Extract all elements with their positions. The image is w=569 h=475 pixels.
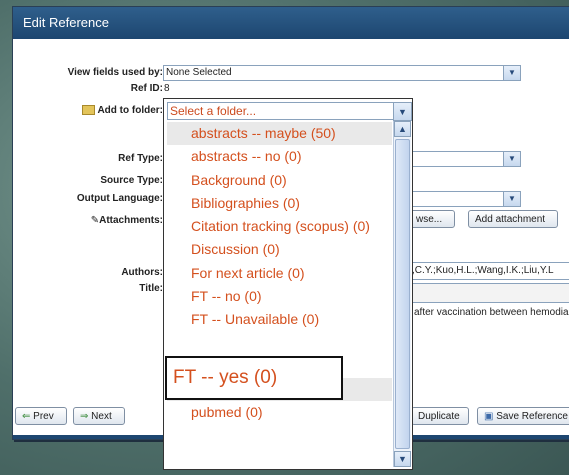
source-type-label: Source Type: xyxy=(100,175,163,186)
highlighted-folder-option[interactable]: FT -- yes (0) xyxy=(165,356,343,400)
chevron-down-icon[interactable]: ▼ xyxy=(503,66,520,80)
title-label: Title: xyxy=(139,283,163,294)
folder-option[interactable]: FT -- no (0) xyxy=(167,285,392,308)
folder-option[interactable]: FT -- Unavailable (0) xyxy=(167,308,392,331)
scroll-up-icon[interactable]: ▲ xyxy=(394,121,411,137)
folder-option[interactable]: Bibliographies (0) xyxy=(167,192,392,215)
arrow-left-icon: ⇐ xyxy=(22,411,31,422)
folder-option[interactable]: Discussion (0) xyxy=(167,238,392,261)
add-folder-label: Add to folder: xyxy=(33,105,163,116)
browse-button[interactable]: wse... xyxy=(409,210,455,228)
output-language-label: Output Language: xyxy=(76,193,163,204)
chevron-down-icon[interactable]: ▼ xyxy=(503,152,520,166)
prev-button[interactable]: ⇐ Prev xyxy=(15,407,67,425)
folder-option[interactable]: Background (0) xyxy=(167,169,392,192)
authors-label: Authors: xyxy=(121,267,163,278)
next-button[interactable]: ⇒ Next xyxy=(73,407,125,425)
scrollbar-thumb[interactable] xyxy=(395,139,410,449)
dialog-title: Edit Reference xyxy=(13,7,569,39)
view-fields-value: None Selected xyxy=(166,67,232,78)
folder-option[interactable]: pubmed (0) xyxy=(167,401,392,424)
view-fields-select[interactable]: None Selected ▼ xyxy=(163,65,521,81)
chevron-down-icon[interactable]: ▼ xyxy=(393,102,412,121)
folder-option[interactable]: abstracts -- maybe (50) xyxy=(167,122,392,146)
save-icon: ▣ xyxy=(484,411,494,422)
folder-list-scrollbar[interactable]: ▲ ▼ xyxy=(393,121,411,467)
title-field-top[interactable] xyxy=(409,283,569,303)
ref-type-select[interactable]: ▼ xyxy=(409,151,521,167)
folder-option[interactable]: For next article (0) xyxy=(167,262,392,285)
folder-icon xyxy=(82,105,96,116)
add-attachment-button[interactable]: Add attachment xyxy=(468,210,558,228)
view-fields-label: View fields used by: xyxy=(67,67,163,78)
save-reference-button[interactable]: ▣ Save Reference xyxy=(477,407,569,425)
attachments-label: ✎Attachments: xyxy=(90,215,163,226)
scroll-down-icon[interactable]: ▼ xyxy=(394,451,411,467)
chevron-down-icon[interactable]: ▼ xyxy=(503,192,520,206)
ref-type-label: Ref Type: xyxy=(118,153,163,164)
paperclip-icon: ✎ xyxy=(90,215,100,226)
ref-id-value: 8 xyxy=(164,83,170,94)
arrow-right-icon: ⇒ xyxy=(80,411,89,422)
title-value: after vaccination between hemodia xyxy=(414,307,569,318)
duplicate-button[interactable]: Duplicate xyxy=(411,407,469,425)
output-language-select[interactable]: ▼ xyxy=(409,191,521,207)
folder-select-input[interactable]: Select a folder... xyxy=(167,102,394,120)
folder-option[interactable]: abstracts -- no (0) xyxy=(167,145,392,168)
folder-option[interactable]: Citation tracking (scopus) (0) xyxy=(167,215,392,238)
ref-id-label: Ref ID: xyxy=(130,83,163,94)
folder-dropdown[interactable]: Select a folder... ▼ abstracts -- maybe … xyxy=(163,98,413,470)
authors-field[interactable]: ,C.Y.;Kuo,H.L.;Wang,I.K.;Liu,Y.L xyxy=(409,262,569,280)
folder-option[interactable] xyxy=(167,331,392,354)
